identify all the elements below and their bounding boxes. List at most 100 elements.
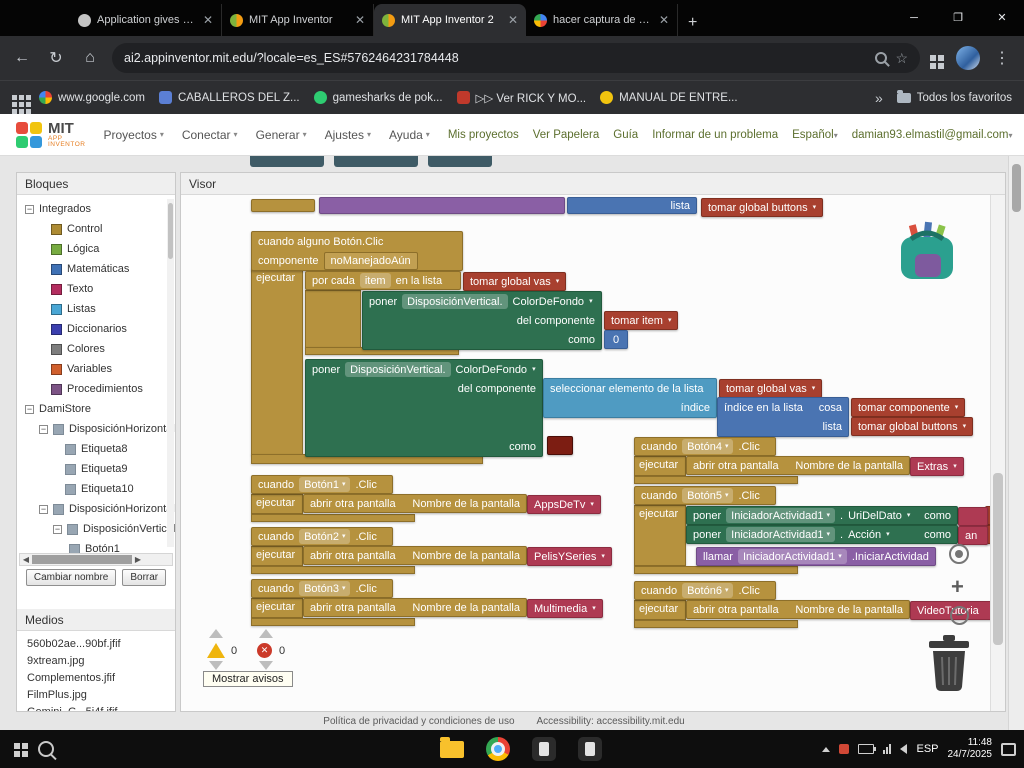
home-icon[interactable]: ⌂ — [78, 49, 102, 67]
link-ver-papelera[interactable]: Ver Papelera — [533, 129, 600, 141]
block-not-handled[interactable]: noManejadoAún — [324, 252, 418, 270]
link-guia[interactable]: Guía — [613, 129, 638, 141]
menu-ajustes[interactable]: Ajustes▾ — [325, 128, 371, 142]
block-text-cut[interactable] — [958, 507, 988, 526]
battery-icon[interactable] — [858, 744, 874, 754]
block-partial-gold[interactable] — [251, 199, 315, 212]
dropdown-icon[interactable]: ▾ — [826, 531, 830, 538]
tray-expand-icon[interactable] — [822, 747, 830, 752]
block-set-urideldato[interactable]: ponerIniciadorActividad1▾.UriDelDato▾com… — [686, 506, 958, 525]
app-inventor-logo[interactable]: MIT APP INVENTOR — [16, 121, 85, 149]
scroll-left-icon[interactable]: ◀ — [20, 555, 32, 564]
tree-item-procedimientos[interactable]: Procedimientos — [51, 379, 143, 399]
dropdown-icon[interactable]: ▾ — [907, 512, 911, 519]
network-icon[interactable] — [883, 744, 891, 754]
block-when-boton5-click[interactable]: cuandoBotón5▾.Clic — [634, 486, 776, 505]
block-segment[interactable]: ejecutar — [251, 494, 303, 514]
block-call-iniciaractividad[interactable]: llamarIniciadorActividad1▾.IniciarActivi… — [696, 547, 936, 566]
block-segment[interactable] — [251, 566, 415, 574]
dropdown-icon[interactable]: ▾ — [826, 512, 830, 519]
blocks-canvas[interactable]: lista tomar global buttons▾ ejecutar cua… — [181, 195, 1005, 711]
tree-item-integrados[interactable]: −Integrados — [25, 199, 91, 219]
dropdown-icon[interactable]: ▾ — [590, 501, 594, 508]
block-segment[interactable] — [251, 514, 415, 522]
tree-item-etiqueta8[interactable]: Etiqueta8 — [65, 439, 127, 459]
block-segment[interactable] — [634, 476, 798, 484]
dropdown-icon[interactable]: ▾ — [725, 587, 729, 594]
block-open-screen[interactable]: abrir otra pantallaNombre de la pantalla — [303, 494, 527, 513]
block-segment[interactable] — [251, 618, 415, 626]
bookmark-item[interactable]: CABALLEROS DEL Z... — [159, 91, 300, 104]
zoom-in-icon[interactable]: + — [951, 576, 964, 598]
menu-proyectos[interactable]: Proyectos▾ — [103, 128, 163, 142]
menu-ayuda[interactable]: Ayuda▾ — [389, 128, 430, 142]
tree-item-damistore[interactable]: −DamiStore — [25, 399, 91, 419]
block-segment[interactable]: ejecutar — [251, 598, 303, 618]
block-select-list-item[interactable]: seleccionar elemento de la lista índice — [543, 378, 717, 418]
expand-errors-icon[interactable] — [259, 661, 273, 670]
backpack-icon[interactable] — [891, 221, 963, 286]
collapse-icon[interactable]: − — [25, 405, 34, 414]
menu-generar[interactable]: Generar▾ — [256, 128, 307, 142]
dropdown-icon[interactable]: ▾ — [592, 605, 596, 612]
block-when-boton3-click[interactable]: cuandoBotón3▾.Clic — [251, 579, 393, 598]
browser-tab[interactable]: MIT App Inventor ✕ — [222, 4, 374, 36]
zoom-out-icon[interactable]: − — [950, 606, 969, 625]
block-open-screen[interactable]: abrir otra pantallaNombre de la pantalla — [686, 600, 910, 619]
dropdown-icon[interactable]: ▾ — [953, 463, 957, 470]
tree-item-etiqueta9[interactable]: Etiqueta9 — [65, 459, 127, 479]
bookmarks-overflow-icon[interactable]: » — [875, 90, 883, 106]
dropdown-icon[interactable]: ▾ — [813, 204, 817, 211]
language-selector[interactable]: Español▾ — [792, 129, 838, 141]
epic-games-icon[interactable] — [532, 737, 556, 761]
start-button[interactable] — [14, 743, 20, 749]
file-explorer-icon[interactable] — [440, 741, 464, 758]
block-partial-procedure[interactable] — [319, 197, 565, 214]
bookmark-item[interactable]: ▷▷ Ver RICK Y MO... — [457, 91, 587, 105]
trash-icon[interactable] — [919, 633, 977, 696]
loop-variable[interactable]: item — [360, 273, 391, 288]
block-segment[interactable]: ejecutar — [251, 269, 303, 455]
component-dropdown[interactable]: Botón1▾ — [299, 477, 350, 492]
dropdown-icon[interactable]: ▾ — [556, 278, 560, 285]
tab-close-icon[interactable]: ✕ — [203, 13, 213, 27]
dropdown-icon[interactable]: ▾ — [955, 404, 959, 411]
tree-item-disposicionhorizontal2[interactable]: −DisposiciónHorizontal — [39, 499, 175, 519]
browser-tab[interactable]: hacer captura de pant... ✕ — [526, 4, 678, 36]
keyboard-language[interactable]: ESP — [916, 743, 938, 755]
media-file[interactable]: 9xtream.jpg — [17, 652, 175, 669]
tab-close-icon[interactable]: ✕ — [355, 13, 365, 27]
epic-games-icon[interactable] — [578, 737, 602, 761]
component-dropdown[interactable]: Botón5▾ — [682, 488, 733, 503]
sidebar-vertical-scrollbar[interactable] — [167, 199, 174, 547]
block-segment[interactable]: ejecutar — [634, 600, 686, 620]
address-bar[interactable]: ai2.appinventor.mit.edu/?locale=es_ES#57… — [112, 43, 920, 73]
minimize-button[interactable]: ─ — [892, 0, 936, 36]
component-dropdown[interactable]: IniciadorActividad1▾ — [726, 508, 835, 523]
block-open-screen[interactable]: abrir otra pantallaNombre de la pantalla — [303, 546, 527, 565]
block-screen-name-appsdetv[interactable]: AppsDeTv▾ — [527, 495, 601, 514]
toolbar-button-partial[interactable] — [250, 156, 324, 167]
tree-item-disposicionvertical[interactable]: −DisposiciónVertical — [53, 519, 175, 539]
block-screen-name-multimedia[interactable]: Multimedia▾ — [527, 599, 603, 618]
dropdown-icon[interactable]: ▾ — [963, 423, 967, 430]
block-number-zero[interactable]: 0 — [604, 330, 628, 349]
block-screen-name-pelisyseries[interactable]: PelisYSeries▾ — [527, 547, 612, 566]
block-when-boton2-click[interactable]: cuandoBotón2▾.Clic — [251, 527, 393, 546]
dropdown-icon[interactable]: ▾ — [668, 317, 672, 324]
component-dropdown[interactable]: IniciadorActividad1▾ — [726, 527, 835, 542]
block-get-item[interactable]: tomar item▾ — [604, 311, 678, 330]
block-segment[interactable]: ejecutar — [634, 456, 686, 476]
link-informar-problema[interactable]: Informar de un problema — [652, 129, 778, 141]
dropdown-icon[interactable]: ▾ — [886, 531, 890, 538]
search-icon[interactable] — [875, 52, 887, 64]
dropdown-icon[interactable]: ▾ — [601, 553, 605, 560]
block-set-colordefondo-1[interactable]: ponerDisposiciónVertical.ColorDeFondo▾ d… — [362, 291, 602, 350]
toolbar-button-partial[interactable] — [334, 156, 418, 167]
block-segment[interactable]: ejecutar — [634, 505, 686, 566]
tray-app-icon[interactable] — [839, 744, 849, 754]
dropdown-icon[interactable]: ▾ — [812, 385, 816, 392]
tree-item-texto[interactable]: Texto — [51, 279, 93, 299]
back-icon[interactable]: ← — [10, 49, 34, 67]
apps-grid-icon[interactable] — [12, 95, 17, 100]
